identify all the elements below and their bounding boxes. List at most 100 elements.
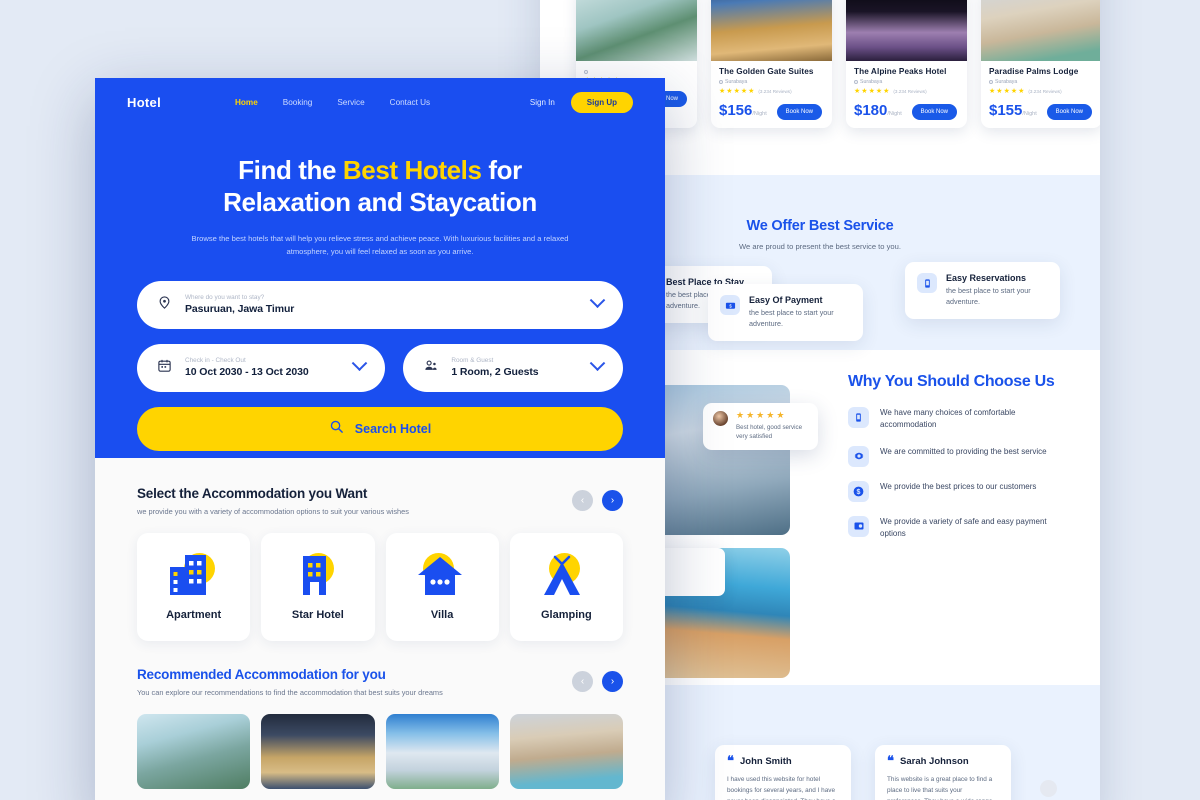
why-item: $ We provide the best prices to our cust… <box>848 480 1063 502</box>
navbar: Hotel Home Booking Service Contact Us Si… <box>95 78 665 126</box>
testimonial-text: This website is a great place to find a … <box>887 776 993 800</box>
hotel-landing-modal: Hotel Home Booking Service Contact Us Si… <box>95 78 665 800</box>
chevron-down-icon[interactable] <box>589 292 606 309</box>
card-icon <box>848 515 869 537</box>
sign-in-button[interactable]: Sign In <box>530 98 555 107</box>
carousel-prev-button[interactable]: ‹ <box>572 490 593 511</box>
guests-field[interactable]: Room & Guest 1 Room, 2 Guests <box>403 343 623 392</box>
recommended-photo-list <box>137 714 623 789</box>
hotel-photo <box>576 0 697 61</box>
why-item: We are committed to providing the best s… <box>848 445 1063 467</box>
service-card-heading: Easy Reservations <box>946 273 1027 283</box>
pin-icon <box>854 79 858 84</box>
recommended-header: Recommended Accommodation for you You ca… <box>137 667 623 697</box>
carousel-prev-button[interactable]: ‹ <box>572 671 593 692</box>
accommodation-type-villa[interactable]: Villa <box>385 533 499 641</box>
testimonial-header: ❝ John Smith <box>727 754 839 768</box>
search-hotel-button[interactable]: Search Hotel <box>137 406 623 451</box>
search-hotel-label: Search Hotel <box>354 421 432 436</box>
hotel-location-text: Surabaya <box>995 78 1018 85</box>
testimonial-text: I have used this website for hotel booki… <box>727 776 836 800</box>
review-text: Best hotel, good service very satisfied <box>736 424 803 441</box>
hotel-location: Surabaya <box>854 79 959 85</box>
accommodation-type-star-hotel[interactable]: Star Hotel <box>261 533 375 641</box>
accommodation-type-list: Apartment Star Hotel Villa Glamping <box>137 533 623 641</box>
dollar-icon: $ <box>848 480 869 502</box>
rating-stars: ★ ★ ★ ★ ★ (3.234 Reviews) <box>989 87 1062 95</box>
search-row-2: Check in - Check Out 10 Oct 2030 - 13 Oc… <box>137 343 623 392</box>
people-icon <box>423 358 440 378</box>
hero-title-highlight: Best Hotels <box>342 155 482 185</box>
recommended-title: Recommended Accommodation for you <box>137 667 386 682</box>
per-night-label: /Night <box>887 110 902 117</box>
tent-icon <box>542 553 590 595</box>
hotel-location: Surabaya <box>989 79 1094 85</box>
hotel-location <box>584 69 689 74</box>
location-pin-icon <box>157 295 174 315</box>
sign-up-button[interactable]: Sign Up <box>570 91 633 113</box>
recommended-photo[interactable] <box>509 714 623 789</box>
accommodation-subtitle: we provide you with a variety of accommo… <box>137 507 409 516</box>
villa-icon <box>418 553 466 595</box>
hotel-card[interactable]: Paradise Palms Lodge Surabaya ★ ★ ★ ★ ★ (3.23… <box>981 0 1100 128</box>
carousel-next-button[interactable]: › <box>602 671 623 692</box>
destination-field[interactable]: Where do you want to stay? Pasuruan, Jaw… <box>137 280 623 329</box>
mobile-icon <box>917 273 937 293</box>
recommended-photo[interactable] <box>261 714 375 789</box>
hotel-location-text: Surabaya <box>725 78 748 85</box>
carousel-next-button[interactable]: › <box>602 490 623 511</box>
hotel-card[interactable]: The Golden Gate Suites Surabaya ★ ★ ★ ★ ★ (3.… <box>711 0 832 128</box>
testimonial-name: John Smith <box>740 756 792 767</box>
service-card-easy-reservations[interactable]: Easy Reservations the best place to star… <box>905 262 1060 319</box>
per-night-label: /Night <box>752 110 767 117</box>
hotel-card[interactable]: The Alpine Peaks Hotel Surabaya ★ ★ ★ ★ ★ (3.… <box>846 0 967 128</box>
service-card-easy-payment[interactable]: $ Easy Of Payment the best place to star… <box>708 284 863 341</box>
destination-value: Pasuruan, Jawa Timur <box>185 303 295 315</box>
service-card-text: the best place to start your adventure. <box>946 286 1031 306</box>
per-night-label: /Night <box>1022 110 1037 117</box>
search-icon <box>329 419 344 439</box>
dates-texts: Check in - Check Out 10 Oct 2030 - 13 Oc… <box>185 357 309 378</box>
hero-title-line2: Relaxation and Staycation <box>223 186 537 217</box>
accommodation-type-glamping[interactable]: Glamping <box>509 533 623 641</box>
nav-link-service[interactable]: Service <box>337 98 364 107</box>
recommended-section: Recommended Accommodation for you You ca… <box>95 641 665 789</box>
accommodation-type-label: Glamping <box>541 609 592 621</box>
book-now-button[interactable]: Book Now <box>1046 103 1092 120</box>
hotel-price-row: $180/Night Book Now <box>854 102 959 120</box>
nav-link-booking[interactable]: Booking <box>283 98 313 107</box>
mobile-icon <box>848 406 869 428</box>
hotel-name: The Alpine Peaks Hotel <box>854 67 947 76</box>
book-now-button[interactable]: Book Now <box>911 103 957 120</box>
hero-lead: Browse the best hotels that will help yo… <box>191 233 569 257</box>
accommodation-title: Select the Accommodation you Want <box>137 486 368 501</box>
recommended-subtitle: You can explore our recommendations to f… <box>137 688 443 697</box>
nav-actions: Sign In Sign Up <box>530 91 633 113</box>
hotel-price: $155 <box>989 101 1023 119</box>
logo[interactable]: Hotel <box>127 95 161 110</box>
guests-texts: Room & Guest 1 Room, 2 Guests <box>451 357 538 378</box>
recommended-photo[interactable] <box>385 714 499 789</box>
review-badge: ★ ★ ★ ★ ★ Best hotel, good service very sati… <box>703 403 818 450</box>
accommodation-type-apartment[interactable]: Apartment <box>137 533 251 641</box>
nav-links: Home Booking Service Contact Us <box>235 98 430 107</box>
nav-link-home[interactable]: Home <box>235 98 258 107</box>
why-item: We have many choices of comfortable acco… <box>848 406 1063 432</box>
money-icon: $ <box>720 295 740 315</box>
dates-field[interactable]: Check in - Check Out 10 Oct 2030 - 13 Oc… <box>137 343 386 392</box>
hero-title: Find the Best Hotels for Relaxation and … <box>95 155 665 219</box>
recommended-photo[interactable] <box>137 714 251 789</box>
hero-title-part1: Find the <box>238 155 343 185</box>
destination-texts: Where do you want to stay? Pasuruan, Jaw… <box>185 294 294 315</box>
book-now-button[interactable]: Book Now <box>776 103 822 120</box>
quote-icon: ❝ <box>887 753 894 769</box>
hotel-location: Surabaya <box>719 79 824 85</box>
why-choose-section: Why You Should Choose Us We have many ch… <box>848 372 1063 540</box>
nav-link-contact-us[interactable]: Contact Us <box>390 98 431 107</box>
chevron-down-icon[interactable] <box>589 355 606 372</box>
testimonial-next-button[interactable] <box>1040 780 1057 797</box>
review-count: (3.234 Reviews) <box>758 88 792 94</box>
service-card-heading: Easy Of Payment <box>749 295 823 305</box>
chevron-down-icon[interactable] <box>352 355 368 372</box>
accommodation-section: Select the Accommodation you Want we pro… <box>95 458 665 641</box>
